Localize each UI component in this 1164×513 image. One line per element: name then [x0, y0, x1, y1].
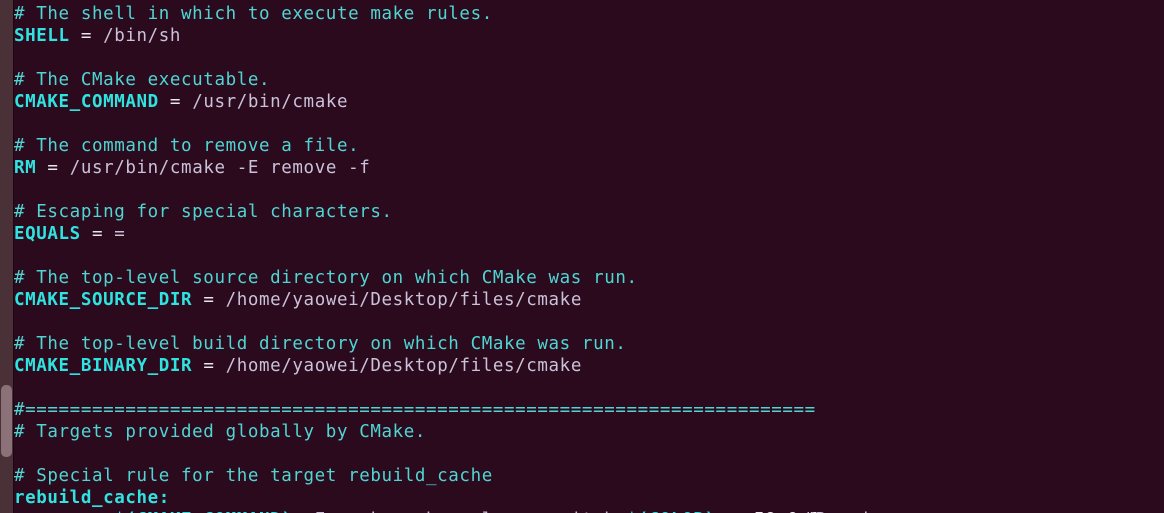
equals-sign: = [36, 158, 70, 178]
variable-name: SHELL [14, 26, 70, 46]
code-line: EQUALS = = [14, 223, 1164, 245]
variable-value: /usr/bin/cmake [192, 92, 349, 112]
comment-text: # The top-level build directory on which… [14, 334, 627, 354]
variable-value: /bin/sh [103, 26, 182, 46]
equals-sign: = [192, 290, 226, 310]
variable-value: /home/yaowei/Desktop/files/cmake [225, 356, 582, 376]
code-line: CMAKE_COMMAND = /usr/bin/cmake [14, 91, 1164, 113]
comment-text: #=======================================… [14, 400, 816, 420]
code-line: # The command to remove a file. [14, 135, 1164, 157]
comment-text: # Targets provided globally by CMake. [14, 422, 427, 442]
variable-name: CMAKE_SOURCE_DIR [14, 290, 193, 310]
comment-text: # The top-level source directory on whic… [14, 268, 638, 288]
comment-text: # Special rule for the target rebuild_ca… [14, 466, 493, 486]
scrollbar-thumb[interactable] [1, 385, 12, 457]
equals-sign: = [80, 224, 115, 244]
code-line: CMAKE_SOURCE_DIR = /home/yaowei/Desktop/… [14, 289, 1164, 311]
code-line: # The shell in which to execute make rul… [14, 3, 1164, 25]
variable-name: CMAKE_BINARY_DIR [14, 356, 193, 376]
comment-text: # Escaping for special characters. [14, 202, 393, 222]
vim-status-bar: 58,0-1 23 [14, 484, 1164, 513]
code-line: # The top-level build directory on which… [14, 333, 1164, 355]
variable-name: RM [14, 158, 37, 178]
equals-sign: = [158, 92, 193, 112]
code-line: # Escaping for special characters. [14, 201, 1164, 223]
code-line: CMAKE_BINARY_DIR = /home/yaowei/Desktop/… [14, 355, 1164, 377]
recipe-line: @$(CMAKE_COMMAND) -E cmake_echo_color --… [14, 509, 1164, 513]
terminal-window: # The shell in which to execute make rul… [0, 0, 1164, 513]
comment-text: # The shell in which to execute make rul… [14, 4, 493, 24]
scrollbar-track[interactable] [0, 0, 14, 513]
code-line: # The CMake executable. [14, 69, 1164, 91]
variable-value: /home/yaowei/Desktop/files/cmake [225, 290, 582, 310]
code-line: # Targets provided globally by CMake. [14, 421, 1164, 443]
comment-text: # The CMake executable. [14, 70, 271, 90]
separator-line: #=======================================… [14, 399, 1164, 421]
variable-value: /usr/bin/cmake -E remove -f [69, 158, 371, 178]
comment-text: # The command to remove a file. [14, 136, 360, 156]
code-line: # The top-level source directory on whic… [14, 267, 1164, 289]
cursor-position-indicator: 58,0-1 [754, 508, 821, 513]
code-line: SHELL = /bin/sh [14, 25, 1164, 47]
equals-sign: = [69, 26, 104, 46]
editor-text-area[interactable]: # The shell in which to execute make rul… [14, 0, 1164, 513]
variable-value: = [114, 224, 126, 244]
variable-name: CMAKE_COMMAND [14, 92, 159, 112]
equals-sign: = [192, 356, 226, 376]
code-line: RM = /usr/bin/cmake -E remove -f [14, 157, 1164, 179]
variable-name: EQUALS [14, 224, 81, 244]
